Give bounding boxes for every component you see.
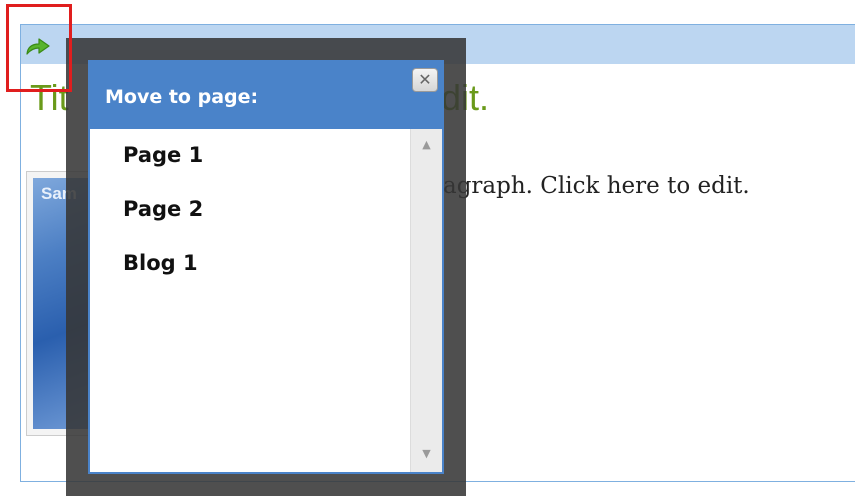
page-option-page-1[interactable]: Page 1 xyxy=(123,143,203,167)
close-icon: ✕ xyxy=(418,70,432,89)
page-option-blog-1[interactable]: Blog 1 xyxy=(123,251,198,275)
block-title-start[interactable]: Tit xyxy=(30,77,69,119)
block-paragraph[interactable]: agraph. Click here to edit. xyxy=(443,173,750,199)
page-list-scrollbar[interactable]: ▲ ▼ xyxy=(410,129,442,472)
move-block-button[interactable] xyxy=(24,34,54,58)
page-list: Page 1 Page 2 Blog 1 xyxy=(90,129,410,472)
move-to-page-dialog: Move to page: ✕ Page 1 Page 2 Blog 1 ▲ ▼ xyxy=(88,60,444,474)
dialog-header: Move to page: ✕ xyxy=(90,62,442,129)
green-arrow-icon xyxy=(26,38,50,55)
close-button[interactable]: ✕ xyxy=(412,68,438,92)
scroll-up-icon[interactable]: ▲ xyxy=(411,133,442,157)
dialog-title: Move to page: xyxy=(105,86,259,108)
editor-stage: Tit dit. agraph. Click here to edit. Sam… xyxy=(0,0,855,496)
page-option-page-2[interactable]: Page 2 xyxy=(123,197,203,221)
scroll-down-icon[interactable]: ▼ xyxy=(411,442,442,466)
